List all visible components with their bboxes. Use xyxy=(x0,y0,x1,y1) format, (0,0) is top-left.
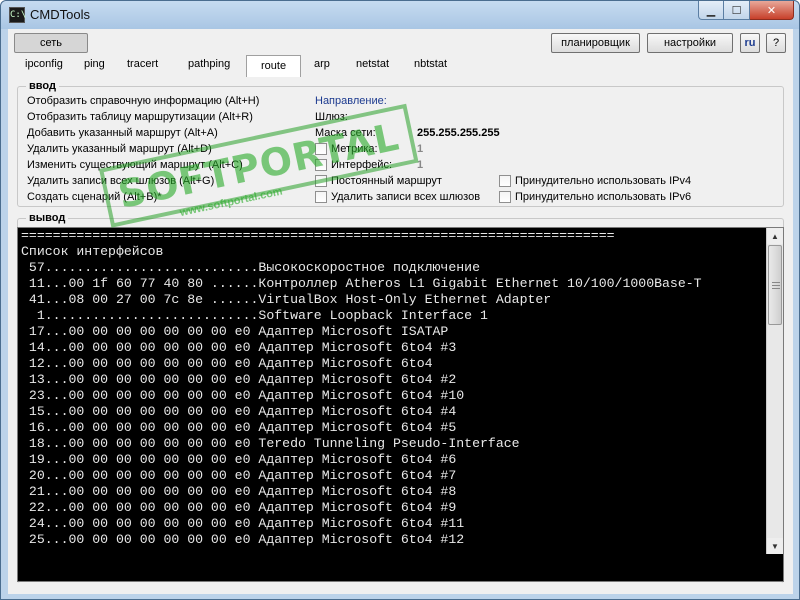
client-area: сеть планировщик настройки ru ? ipconfig… xyxy=(8,29,793,594)
minimize-icon: ▁ xyxy=(706,4,716,17)
console-scrollbar[interactable]: ▲ ▼ xyxy=(766,228,783,554)
tab-nbtstat[interactable]: nbtstat xyxy=(414,58,447,74)
title-bar[interactable]: C:\ CMDTools ▁ ☐ ✕ xyxy=(1,1,799,29)
interface-row[interactable]: Интерфейс: xyxy=(315,159,392,171)
console-line: 18...00 00 00 00 00 00 00 e0 Teredo Tunn… xyxy=(21,436,520,451)
tab-pathping[interactable]: pathping xyxy=(188,58,230,74)
maximize-button[interactable]: ☐ xyxy=(724,1,750,20)
scroll-down-icon: ▼ xyxy=(771,541,779,551)
persistent-route-row[interactable]: Постоянный маршрут xyxy=(315,175,442,187)
force-ipv6-label: Принудительно использовать IPv6 xyxy=(515,191,692,203)
action-delete-gateways[interactable]: Удалить записи всех шлюзов (Alt+G) xyxy=(27,175,214,187)
console-line: 14...00 00 00 00 00 00 00 e0 Адаптер Mic… xyxy=(21,340,457,355)
console-line: 19...00 00 00 00 00 00 00 e0 Адаптер Mic… xyxy=(21,452,457,467)
console-line: 20...00 00 00 00 00 00 00 e0 Адаптер Mic… xyxy=(21,468,457,483)
scroll-thumb[interactable] xyxy=(768,245,782,325)
output-group-title: вывод xyxy=(26,212,69,224)
minimize-button[interactable]: ▁ xyxy=(698,1,724,20)
console-icon: C:\ xyxy=(9,7,26,23)
interface-label: Интерфейс: xyxy=(331,159,392,171)
scroll-up-icon: ▲ xyxy=(771,231,779,241)
console-line: 16...00 00 00 00 00 00 00 e0 Адаптер Mic… xyxy=(21,420,457,435)
close-button[interactable]: ✕ xyxy=(750,1,794,20)
metric-checkbox[interactable] xyxy=(315,143,327,155)
app-window: C:\ CMDTools ▁ ☐ ✕ сеть планировщик наст… xyxy=(0,0,800,600)
action-delete-route[interactable]: Удалить указанный маршрут (Alt+D) xyxy=(27,143,212,155)
tab-ping[interactable]: ping xyxy=(84,58,105,74)
tab-route[interactable]: route xyxy=(246,55,302,77)
force-ipv4-checkbox[interactable] xyxy=(499,175,511,187)
tab-ipconfig[interactable]: ipconfig xyxy=(25,58,63,74)
force-ipv6-checkbox[interactable] xyxy=(499,191,511,203)
mask-label: Маска сети: xyxy=(315,127,376,139)
action-create-script[interactable]: Создать сценарий (Alt+B)* xyxy=(27,191,162,203)
help-button[interactable]: ? xyxy=(766,33,786,53)
close-icon: ✕ xyxy=(766,4,777,17)
window-title: CMDTools xyxy=(30,7,90,22)
metric-label: Метрика: xyxy=(331,143,378,155)
console-line: 24...00 00 00 00 00 00 00 e0 Адаптер Mic… xyxy=(21,516,465,531)
console-line: 15...00 00 00 00 00 00 00 e0 Адаптер Mic… xyxy=(21,404,457,419)
scroll-up-button[interactable]: ▲ xyxy=(767,228,783,244)
delete-gateways-label: Удалить записи всех шлюзов xyxy=(331,191,481,203)
language-button[interactable]: ru xyxy=(740,33,760,53)
console-line: Список интерфейсов xyxy=(21,244,164,259)
force-ipv6-row[interactable]: Принудительно использовать IPv6 xyxy=(499,191,691,203)
delete-gateways-row[interactable]: Удалить записи всех шлюзов xyxy=(315,191,480,203)
interface-checkbox[interactable] xyxy=(315,159,327,171)
tab-netstat[interactable]: netstat xyxy=(356,58,389,74)
console-line: 12...00 00 00 00 00 00 00 e0 Адаптер Mic… xyxy=(21,356,433,371)
tab-arp[interactable]: arp xyxy=(314,58,330,74)
console-line: 25...00 00 00 00 00 00 00 e0 Адаптер Mic… xyxy=(21,532,465,547)
console-line: 21...00 00 00 00 00 00 00 e0 Адаптер Mic… xyxy=(21,484,457,499)
interface-value[interactable]: 1 xyxy=(417,159,423,171)
scheduler-button[interactable]: планировщик xyxy=(551,33,640,53)
mask-value[interactable]: 255.255.255.255 xyxy=(417,127,500,139)
maximize-icon: ☐ xyxy=(731,4,742,17)
scroll-down-button[interactable]: ▼ xyxy=(767,538,783,554)
console-line: 11...00 1f 60 77 40 80 ......Контроллер … xyxy=(21,276,702,291)
gateway-label: Шлюз: xyxy=(315,111,348,123)
tab-tracert[interactable]: tracert xyxy=(127,58,158,74)
persistent-route-checkbox[interactable] xyxy=(315,175,327,187)
window-controls: ▁ ☐ ✕ xyxy=(698,1,794,20)
console-line: 23...00 00 00 00 00 00 00 e0 Адаптер Mic… xyxy=(21,388,465,403)
console-line: 1...........................Software Loo… xyxy=(21,308,488,323)
action-show-route-table[interactable]: Отобразить таблицу маршрутизации (Alt+R) xyxy=(27,111,253,123)
metric-value[interactable]: 1 xyxy=(417,143,423,155)
settings-button[interactable]: настройки xyxy=(647,33,733,53)
force-ipv4-label: Принудительно использовать IPv4 xyxy=(515,175,692,187)
input-group-title: ввод xyxy=(26,80,59,92)
network-button[interactable]: сеть xyxy=(14,33,88,53)
console-line: 57...........................Высокоскоро… xyxy=(21,260,480,275)
console-line: 41...08 00 27 00 7c 8e ......VirtualBox … xyxy=(21,292,552,307)
action-change-route[interactable]: Изменить существующий маршрут (Alt+C) xyxy=(27,159,243,171)
direction-label[interactable]: Направление: xyxy=(315,95,387,107)
console-line: 17...00 00 00 00 00 00 00 e0 Адаптер Mic… xyxy=(21,324,449,339)
metric-row[interactable]: Метрика: xyxy=(315,143,378,155)
force-ipv4-row[interactable]: Принудительно использовать IPv4 xyxy=(499,175,691,187)
output-console[interactable]: ========================================… xyxy=(17,227,784,582)
action-add-route[interactable]: Добавить указанный маршрут (Alt+A) xyxy=(27,127,218,139)
console-line: ========================================… xyxy=(21,228,615,243)
console-line: 13...00 00 00 00 00 00 00 e0 Адаптер Mic… xyxy=(21,372,457,387)
delete-gateways-checkbox[interactable] xyxy=(315,191,327,203)
action-show-help[interactable]: Отобразить справочную информацию (Alt+H) xyxy=(27,95,259,107)
console-line: 22...00 00 00 00 00 00 00 e0 Адаптер Mic… xyxy=(21,500,457,515)
persistent-route-label: Постоянный маршрут xyxy=(331,175,442,187)
